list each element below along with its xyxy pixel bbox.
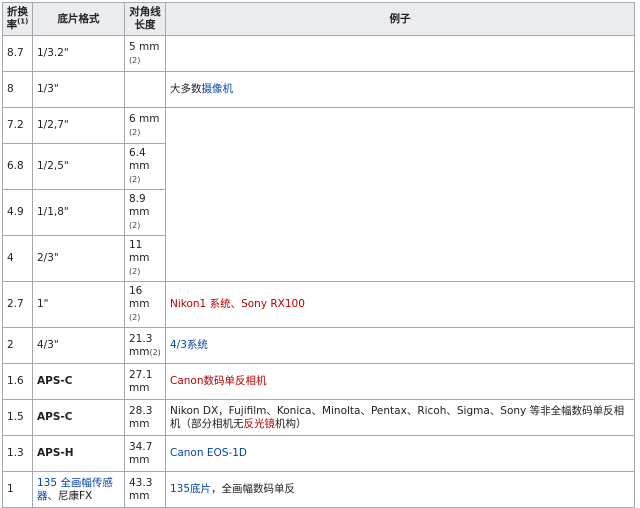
- table-row: 8.7 1/3.2" 5 mm (2): [2, 35, 635, 72]
- four-thirds-link[interactable]: 4/3系统: [170, 339, 208, 351]
- diagonal-cell: 16 mm (2): [124, 281, 166, 328]
- footnote-ref-1[interactable]: (1): [17, 18, 28, 26]
- factor-cell: 2.7: [2, 281, 33, 328]
- factor-cell: 4: [2, 235, 33, 282]
- format-cell: 2/3": [32, 235, 125, 282]
- factor-cell: 2: [2, 327, 33, 364]
- factor-cell: 1: [2, 471, 33, 508]
- footnote-ref-2[interactable]: (2): [129, 221, 140, 230]
- footnote-ref-2[interactable]: (2): [129, 175, 140, 184]
- diagonal-cell: 5 mm (2): [124, 35, 166, 72]
- factor-cell: 1.6: [2, 363, 33, 400]
- format-cell: 1/3.2": [32, 35, 125, 72]
- diagonal-cell: [124, 71, 166, 108]
- format-cell: 4/3": [32, 327, 125, 364]
- table-row: 2.7 1" 16 mm (2) Nikon1 系统、Sony RX100: [2, 281, 635, 328]
- header-diagonal: 对角线长度: [124, 2, 166, 36]
- example-cell: 大多数摄像机: [165, 71, 635, 108]
- format-cell: 1": [32, 281, 125, 328]
- camcorder-link[interactable]: 摄像机: [202, 83, 234, 95]
- format-cell: APS-C: [32, 363, 125, 400]
- canon-dslr-link[interactable]: Canon数码单反相机: [170, 375, 267, 387]
- factor-cell: 6.8: [2, 143, 33, 190]
- format-cell: 135 全画幅传感器、尼康FX: [32, 471, 125, 508]
- example-cell: Nikon DX，Fujifilm、Konica、Minolta、Pentax、…: [165, 399, 635, 436]
- table-row: 8 1/3" 大多数摄像机: [2, 71, 635, 108]
- diagonal-cell: 28.3 mm: [124, 399, 166, 436]
- factor-cell: 8: [2, 71, 33, 108]
- diagonal-cell: 6.4 mm (2): [124, 143, 166, 190]
- footnote-ref-2[interactable]: (2): [149, 348, 160, 357]
- diagonal-cell: 8.9 mm (2): [124, 189, 166, 236]
- example-cell: [165, 35, 635, 72]
- crop-factor-table: 折换率(1) 底片格式 对角线长度 例子 8.7 1/3.2" 5 mm (2) …: [2, 2, 635, 508]
- diagonal-cell: 34.7 mm: [124, 435, 166, 472]
- example-cell-merged: [165, 107, 635, 282]
- factor-cell: 7.2: [2, 107, 33, 144]
- header-factor: 折换率(1): [2, 2, 33, 36]
- table-row: 1.6 APS-C 27.1 mm Canon数码单反相机: [2, 363, 635, 400]
- diagonal-cell: 21.3 mm(2): [124, 327, 166, 364]
- table-row: 7.2 1/2,7" 6 mm (2): [2, 107, 635, 282]
- diagonal-cell: 6 mm (2): [124, 107, 166, 144]
- example-cell: Canon数码单反相机: [165, 363, 635, 400]
- format-cell: APS-H: [32, 435, 125, 472]
- format-cell: APS-C: [32, 399, 125, 436]
- format-cell: 1/2,5": [32, 143, 125, 190]
- mirror-link[interactable]: 反光镜: [244, 418, 276, 430]
- factor-cell: 1.5: [2, 399, 33, 436]
- example-cell: Nikon1 系统、Sony RX100: [165, 281, 635, 328]
- table-row: 1.5 APS-C 28.3 mm Nikon DX，Fujifilm、Koni…: [2, 399, 635, 436]
- footnote-ref-2[interactable]: (2): [129, 56, 140, 65]
- header-example: 例子: [165, 2, 635, 36]
- format-cell: 1/1,8": [32, 189, 125, 236]
- factor-cell: 8.7: [2, 35, 33, 72]
- table-row: 2 4/3" 21.3 mm(2) 4/3系统: [2, 327, 635, 364]
- diagonal-cell: 11 mm (2): [124, 235, 166, 282]
- table-row: 1 135 全画幅传感器、尼康FX 43.3 mm 135底片，全画幅数码单反: [2, 471, 635, 508]
- nikon1-sony-link[interactable]: Nikon1 系统、Sony RX100: [170, 298, 305, 310]
- film-135-link[interactable]: 135底片: [170, 483, 211, 495]
- footnote-ref-2[interactable]: (2): [129, 313, 140, 322]
- canon-eos-1d-link[interactable]: Canon EOS-1D: [170, 447, 247, 459]
- factor-cell: 4.9: [2, 189, 33, 236]
- factor-cell: 1.3: [2, 435, 33, 472]
- footnote-ref-2[interactable]: (2): [129, 128, 140, 137]
- header-row: 折换率(1) 底片格式 对角线长度 例子: [2, 2, 635, 36]
- example-cell: 4/3系统: [165, 327, 635, 364]
- header-format: 底片格式: [32, 2, 125, 36]
- format-cell: 1/3": [32, 71, 125, 108]
- format-cell: 1/2,7": [32, 107, 125, 144]
- example-cell: Canon EOS-1D: [165, 435, 635, 472]
- footnote-ref-2[interactable]: (2): [129, 267, 140, 276]
- table-row: 1.3 APS-H 34.7 mm Canon EOS-1D: [2, 435, 635, 472]
- diagonal-cell: 43.3 mm: [124, 471, 166, 508]
- example-cell: 135底片，全画幅数码单反: [165, 471, 635, 508]
- diagonal-cell: 27.1 mm: [124, 363, 166, 400]
